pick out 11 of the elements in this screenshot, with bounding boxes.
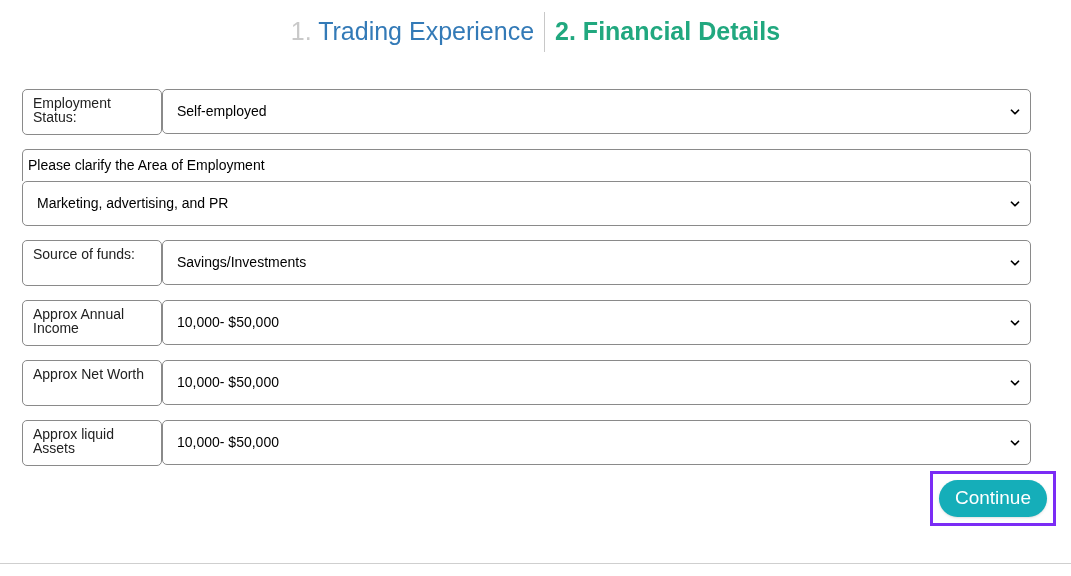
- dropdown[interactable]: 10,000- $50,000: [162, 420, 1031, 465]
- field-label: Approx liquid Assets: [22, 420, 162, 466]
- dropdown[interactable]: Savings/Investments: [162, 240, 1031, 285]
- dropdown[interactable]: Marketing, advertising, and PR: [22, 181, 1031, 226]
- dropdown[interactable]: Self-employed: [162, 89, 1031, 134]
- field-label: Source of funds:: [22, 240, 162, 286]
- dropdown[interactable]: 10,000- $50,000: [162, 360, 1031, 405]
- dropdown[interactable]: 10,000- $50,000: [162, 300, 1031, 345]
- field-label: Approx Net Worth: [22, 360, 162, 406]
- field-label: Approx Annual Income: [22, 300, 162, 346]
- field-label: Employment Status:: [22, 89, 162, 135]
